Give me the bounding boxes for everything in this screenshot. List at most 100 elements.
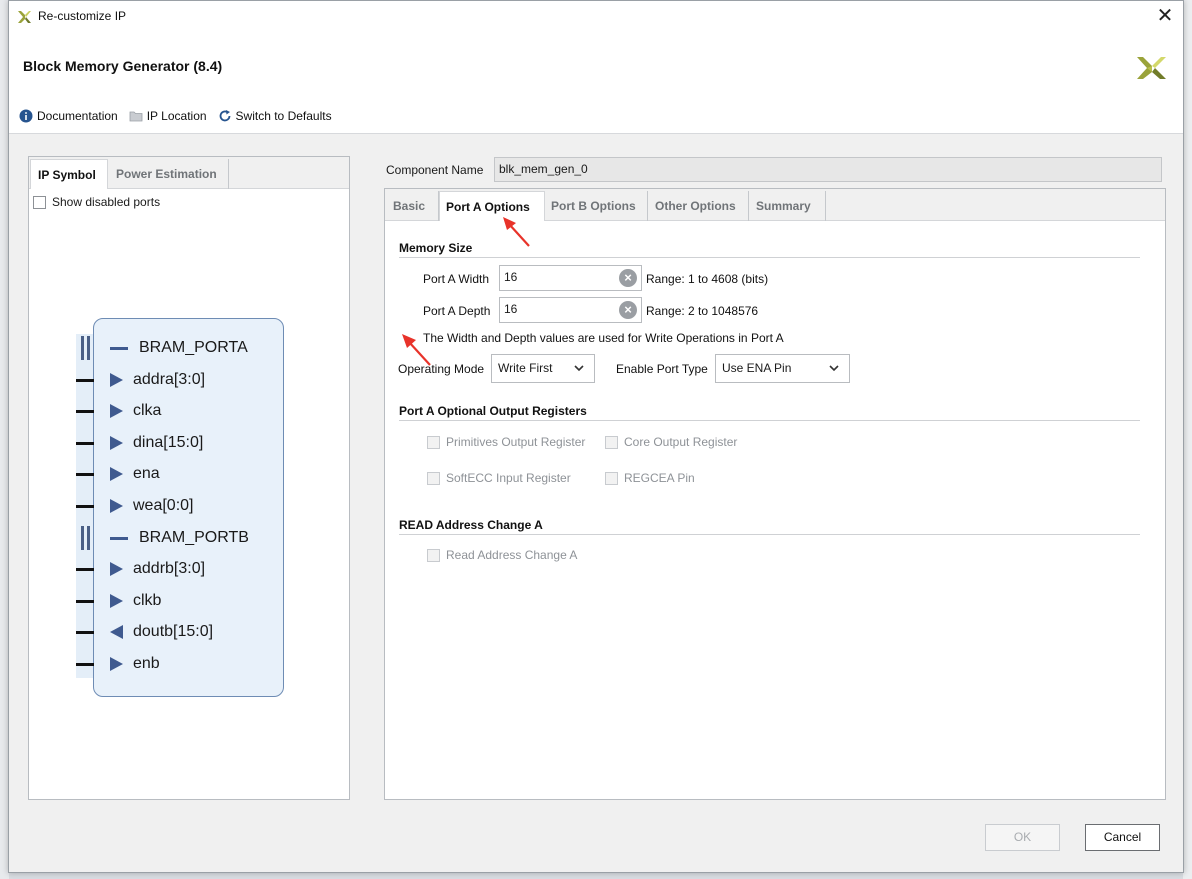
refresh-icon	[219, 110, 230, 122]
port-enb: enb	[76, 652, 160, 676]
chevron-down-icon	[574, 365, 584, 372]
ip-location-label: IP Location	[146, 109, 207, 123]
port-a-width-label: Port A Width	[423, 272, 490, 286]
port-dina: dina[15:0]	[76, 431, 203, 455]
xilinx-logo-icon	[18, 11, 31, 23]
pin-line	[76, 441, 94, 445]
port-a-width-input[interactable]: 16 ×	[499, 265, 642, 291]
port-bram-portb: BRAM_PORTB	[76, 526, 249, 550]
port-ena: ena	[76, 462, 160, 486]
pin-line	[76, 409, 94, 413]
regcea-pin-checkbox[interactable]	[605, 471, 618, 485]
port-clka: clka	[76, 399, 161, 423]
port-label: addra[3:0]	[133, 371, 206, 388]
ip-location-button[interactable]: IP Location	[129, 109, 207, 123]
dialog-header: Block Memory Generator (8.4) Documentati…	[9, 33, 1183, 134]
chevron-down-icon	[829, 365, 839, 372]
clear-icon[interactable]: ×	[619, 269, 637, 287]
pin-line	[76, 567, 94, 571]
core-output-register-checkbox[interactable]	[605, 435, 618, 449]
input-arrow-icon	[110, 594, 123, 608]
pin-line	[76, 630, 94, 634]
enable-port-type-value: Use ENA Pin	[722, 361, 792, 375]
port-addrb: addrb[3:0]	[76, 557, 205, 581]
tab-port-b-options[interactable]: Port B Options	[545, 191, 648, 221]
regcea-pin-label: REGCEA Pin	[624, 471, 695, 485]
window-title: Re-customize IP	[38, 9, 127, 23]
annotation-arrow-icon	[503, 217, 530, 247]
port-clkb: clkb	[76, 589, 161, 613]
tab-basic[interactable]: Basic	[387, 191, 439, 221]
divider	[399, 257, 1140, 258]
pin-line	[76, 472, 94, 476]
port-label: wea[0:0]	[133, 497, 194, 514]
port-label: enb	[133, 655, 160, 672]
optional-registers-title: Port A Optional Output Registers	[399, 404, 587, 418]
softecc-input-register-checkbox[interactable]	[427, 471, 440, 485]
input-arrow-icon	[110, 499, 123, 513]
options-panel: Basic Port A Options Port B Options Othe…	[384, 188, 1166, 800]
ip-symbol-panel: IP Symbol Power Estimation Show disabled…	[28, 156, 350, 800]
annotation-arrow-icon	[402, 334, 431, 366]
bus-pin-icon	[76, 336, 94, 360]
pin-line	[76, 662, 94, 666]
softecc-input-register-label: SoftECC Input Register	[446, 471, 571, 485]
regcea-pin-row[interactable]: REGCEA Pin	[605, 471, 695, 485]
documentation-label: Documentation	[37, 109, 118, 123]
pin-line	[76, 599, 94, 603]
pin-line	[76, 504, 94, 508]
title-bar: Re-customize IP ✕	[9, 1, 1183, 33]
documentation-button[interactable]: Documentation	[19, 109, 118, 123]
input-arrow-icon	[110, 467, 123, 481]
xilinx-brand-icon	[1137, 57, 1166, 79]
ip-symbol-diagram: BRAM_PORTA addra[3:0] clka dina[15:0] en	[29, 157, 349, 799]
component-name-row: Component Name blk_mem_gen_0	[386, 157, 1162, 182]
read-address-change-row[interactable]: Read Address Change A	[427, 548, 577, 562]
operating-mode-select[interactable]: Write First	[491, 354, 595, 383]
component-name-field[interactable]: blk_mem_gen_0	[494, 157, 1162, 182]
enable-port-type-label: Enable Port Type	[616, 362, 708, 376]
bus-pin-icon	[76, 526, 94, 550]
primitives-output-register-row[interactable]: Primitives Output Register	[427, 435, 585, 449]
port-a-depth-value: 16	[504, 302, 518, 316]
ok-button[interactable]: OK	[985, 824, 1060, 851]
read-address-title: READ Address Change A	[399, 518, 543, 532]
port-label: BRAM_PORTB	[139, 529, 249, 546]
port-doutb: doutb[15:0]	[76, 620, 213, 644]
cancel-button[interactable]: Cancel	[1085, 824, 1160, 851]
switch-to-defaults-label: Switch to Defaults	[235, 109, 332, 123]
port-label: ena	[133, 465, 160, 482]
core-output-register-label: Core Output Register	[624, 435, 738, 449]
output-arrow-icon	[110, 625, 123, 639]
input-arrow-icon	[110, 404, 123, 418]
folder-icon	[129, 111, 143, 122]
clear-icon[interactable]: ×	[619, 301, 637, 319]
memory-size-title: Memory Size	[399, 241, 473, 255]
port-label: dina[15:0]	[133, 434, 204, 451]
core-output-register-row[interactable]: Core Output Register	[605, 435, 737, 449]
component-name-label: Component Name	[386, 162, 484, 177]
header-toolbar: Documentation IP Location Switch to Defa…	[19, 109, 343, 123]
close-icon[interactable]: ✕	[1155, 5, 1175, 27]
port-label: addrb[3:0]	[133, 560, 206, 577]
read-address-change-checkbox[interactable]	[427, 548, 440, 562]
tab-summary[interactable]: Summary	[750, 191, 826, 221]
port-label: clka	[133, 402, 162, 419]
enable-port-type-select[interactable]: Use ENA Pin	[715, 354, 850, 383]
divider	[399, 534, 1140, 535]
tab-other-options[interactable]: Other Options	[649, 191, 749, 221]
softecc-input-register-row[interactable]: SoftECC Input Register	[427, 471, 571, 485]
port-wea: wea[0:0]	[76, 494, 193, 518]
input-arrow-icon	[110, 657, 123, 671]
port-a-depth-range: Range: 2 to 1048576	[646, 304, 759, 318]
input-arrow-icon	[110, 562, 123, 576]
operating-mode-value: Write First	[498, 361, 553, 375]
input-arrow-icon	[110, 436, 123, 450]
primitives-output-register-checkbox[interactable]	[427, 435, 440, 449]
bus-marker-icon	[110, 536, 128, 540]
switch-to-defaults-button[interactable]: Switch to Defaults	[218, 109, 332, 123]
ip-heading: Block Memory Generator (8.4)	[23, 58, 223, 74]
port-bram-porta: BRAM_PORTA	[76, 336, 248, 360]
port-label: doutb[15:0]	[133, 623, 214, 640]
port-a-depth-input[interactable]: 16 ×	[499, 297, 642, 323]
